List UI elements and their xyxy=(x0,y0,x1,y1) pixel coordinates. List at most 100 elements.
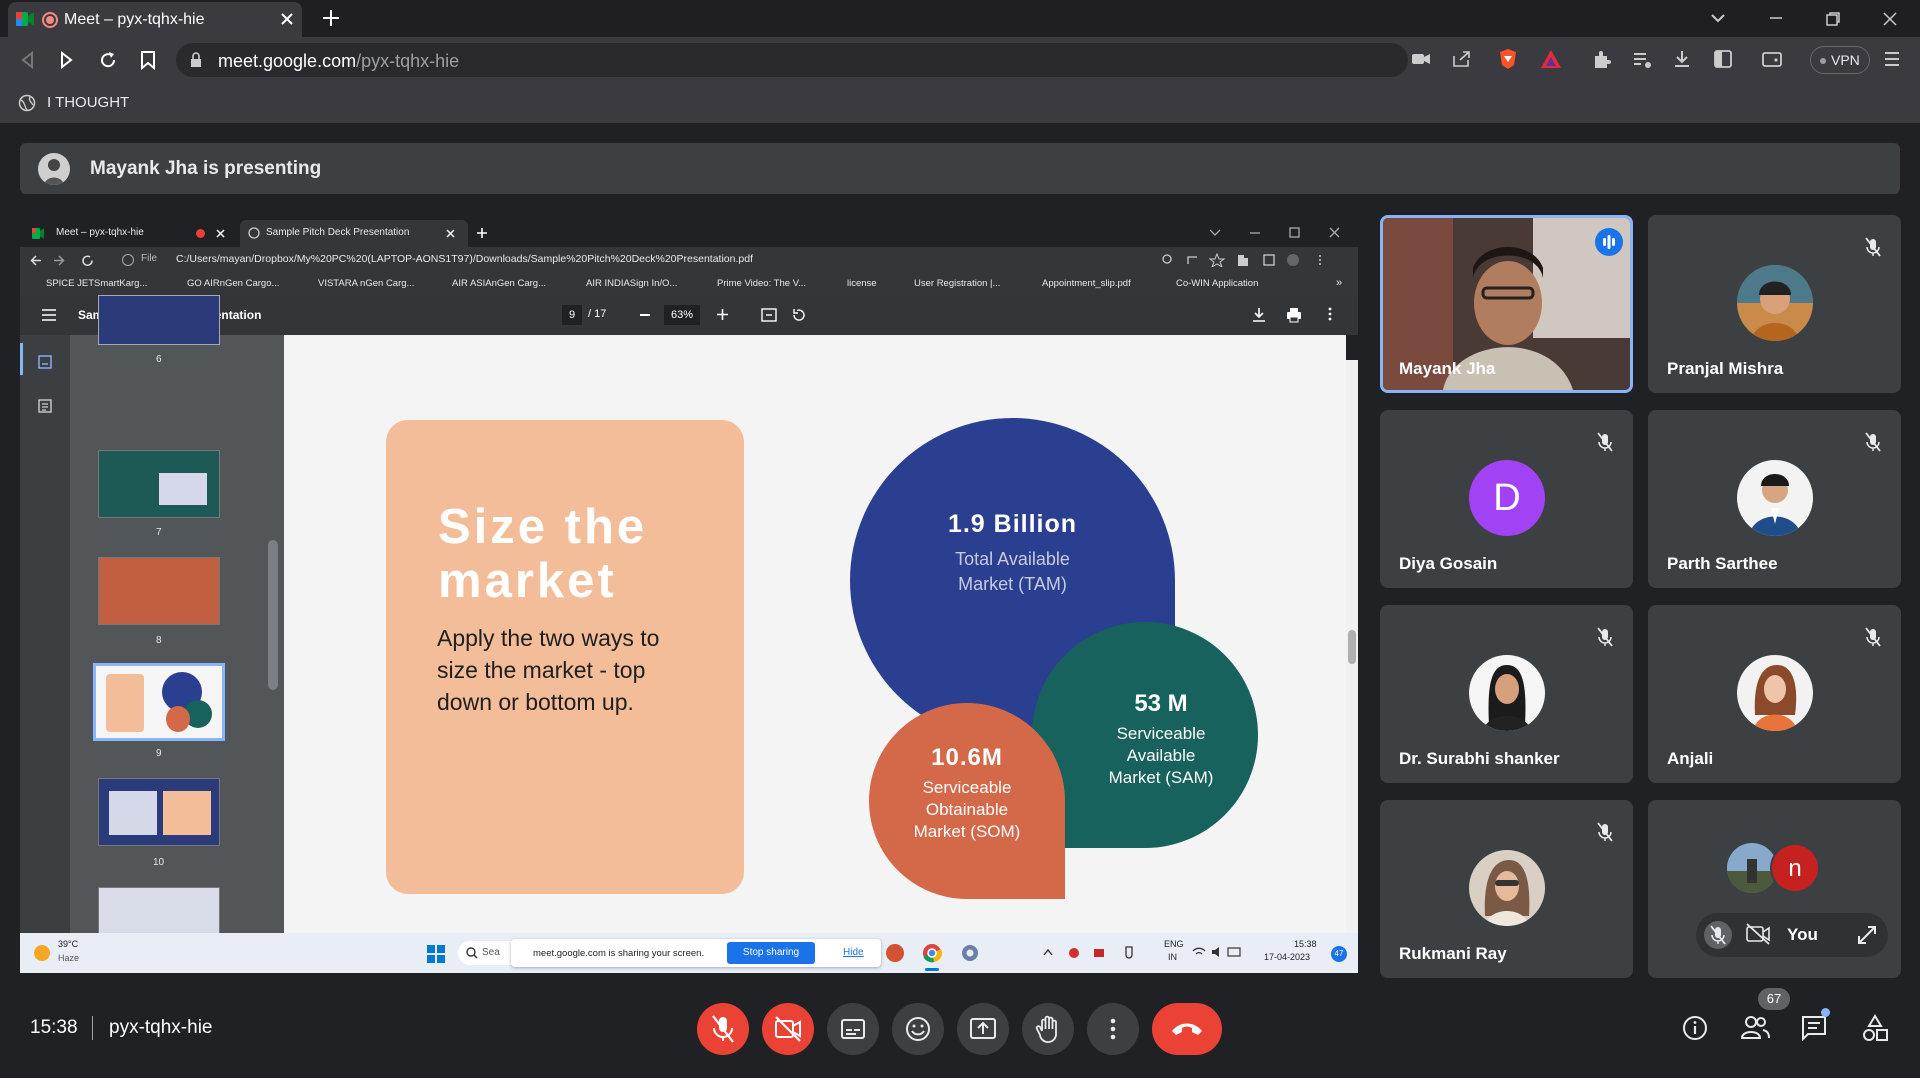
camera-toggle-button[interactable] xyxy=(762,1003,814,1055)
present-button[interactable] xyxy=(957,1003,1009,1055)
fit-page-icon[interactable] xyxy=(761,308,777,322)
captions-button[interactable] xyxy=(827,1003,879,1055)
download-icon[interactable] xyxy=(1672,49,1692,69)
close-tab-icon[interactable] xyxy=(280,12,294,26)
stop-sharing-button[interactable]: Stop sharing xyxy=(727,942,815,964)
pdf-download-icon[interactable] xyxy=(1252,307,1266,323)
participant-tile[interactable]: D Diya Gosain xyxy=(1380,410,1633,588)
thumbnail-page[interactable] xyxy=(98,295,220,345)
shared-bookmark-more[interactable]: » xyxy=(1336,277,1342,289)
pdf-menu-icon[interactable] xyxy=(42,309,56,321)
participant-tile[interactable]: Parth Sarthee xyxy=(1648,410,1901,588)
shared-bookmark[interactable]: license xyxy=(847,278,877,289)
mic-off-icon xyxy=(1859,233,1887,261)
som-desc: Obtainable xyxy=(925,800,1009,819)
raise-hand-button[interactable] xyxy=(1022,1003,1074,1055)
shared-bookmark[interactable]: User Registration |... xyxy=(914,278,1000,289)
bookmark-icon[interactable] xyxy=(140,50,156,70)
shared-bookmark[interactable]: AIR INDIASign In/O... xyxy=(586,278,677,289)
chat-icon[interactable] xyxy=(1801,1015,1827,1041)
participant-tile-active[interactable]: Mayank Jha xyxy=(1380,215,1633,393)
self-tile[interactable]: n You xyxy=(1648,800,1901,978)
leave-call-button[interactable] xyxy=(1152,1003,1222,1055)
shared-bookmark[interactable]: VISTARA nGen Carg... xyxy=(318,278,414,289)
outline-view-icon[interactable] xyxy=(38,399,52,413)
brave-shield-icon[interactable] xyxy=(1498,48,1518,70)
nav-arrows-icon[interactable] xyxy=(30,254,100,267)
participant-tile[interactable]: Anjali xyxy=(1648,605,1901,783)
rotate-icon[interactable] xyxy=(791,307,807,323)
windows-start-icon[interactable] xyxy=(427,945,445,963)
wallet-icon[interactable] xyxy=(1762,50,1782,68)
more-options-button[interactable] xyxy=(1087,1003,1139,1055)
thumbnail-scrollbar[interactable] xyxy=(268,540,278,690)
mic-toggle-button[interactable] xyxy=(697,1003,749,1055)
back-icon[interactable] xyxy=(20,51,34,69)
shared-tab-meet[interactable]: Meet – pyx-tqhx-hie xyxy=(56,227,144,238)
thumbnail-page[interactable] xyxy=(98,557,220,625)
close-tab-icon[interactable] xyxy=(216,229,225,238)
shared-bookmark[interactable]: Co-WIN Application xyxy=(1176,278,1258,289)
shared-bookmark[interactable]: GO AIRnGen Cargo... xyxy=(187,278,279,289)
camera-in-use-icon[interactable] xyxy=(1412,52,1430,66)
activities-icon[interactable] xyxy=(1862,1014,1888,1042)
close-tab-icon[interactable] xyxy=(446,229,455,238)
page-scrollbar-thumb[interactable] xyxy=(1348,630,1356,664)
thumbnail-page-number: 10 xyxy=(153,857,165,868)
address-bar[interactable]: meet.google.com/pyx-tqhx-hie xyxy=(176,43,1408,77)
participant-tile[interactable]: Pranjal Mishra xyxy=(1648,215,1901,393)
shared-bookmark[interactable]: SPICE JETSmartKarg... xyxy=(46,278,147,289)
bookmark-item[interactable]: I THOUGHT xyxy=(18,91,138,115)
notification-badge[interactable]: 47 xyxy=(1331,946,1347,962)
self-mic-off-icon[interactable] xyxy=(1704,921,1732,949)
media-icon[interactable] xyxy=(1632,50,1652,70)
new-tab-icon[interactable] xyxy=(322,9,340,27)
language-region: IN xyxy=(1168,952,1177,962)
menu-icon[interactable] xyxy=(1884,50,1900,68)
language-code[interactable]: ENG xyxy=(1164,939,1184,949)
tab-search-chevron-icon[interactable] xyxy=(1710,12,1726,24)
page-input[interactable]: 9 xyxy=(562,305,582,325)
settings-gear-icon[interactable] xyxy=(960,943,980,963)
people-icon[interactable] xyxy=(1740,1014,1770,1040)
pdf-more-icon[interactable] xyxy=(1328,307,1332,321)
zoom-out-icon[interactable] xyxy=(640,314,650,316)
participant-tile[interactable]: Dr. Surabhi shanker xyxy=(1380,605,1633,783)
thumbnail-page[interactable] xyxy=(98,778,220,846)
new-tab-icon[interactable] xyxy=(476,227,488,239)
reload-icon[interactable] xyxy=(98,50,118,70)
restore-icon[interactable] xyxy=(1825,11,1841,27)
meeting-info-icon[interactable] xyxy=(1682,1015,1708,1041)
url-path: /pyx-tqhx-hie xyxy=(356,51,460,71)
network-volume-battery-icon[interactable] xyxy=(1192,945,1244,959)
share-icon[interactable] xyxy=(1452,50,1472,68)
minimize-icon[interactable] xyxy=(1768,12,1784,24)
forward-icon[interactable] xyxy=(60,51,74,69)
vpn-button[interactable]: VPN xyxy=(1810,46,1870,74)
browser-tab-meet[interactable]: Meet – pyx-tqhx-hie xyxy=(8,2,302,37)
shared-bookmark[interactable]: AIR ASIAnGen Carg... xyxy=(452,278,546,289)
file-path[interactable]: C:/Users/mayan/Dropbox/My%20PC%20(LAPTOP… xyxy=(176,253,753,265)
zoom-in-icon[interactable] xyxy=(717,309,728,320)
print-icon[interactable] xyxy=(1286,307,1302,323)
thumbnail-page-selected[interactable] xyxy=(93,663,225,741)
expand-icon[interactable] xyxy=(1856,924,1878,946)
shared-bookmark[interactable]: Prime Video: The V... xyxy=(717,278,806,289)
extensions-icon[interactable] xyxy=(1592,50,1612,70)
shared-tab-pdf[interactable]: Sample Pitch Deck Presentation xyxy=(240,220,468,247)
close-window-icon[interactable] xyxy=(1882,11,1898,27)
reactions-button[interactable] xyxy=(892,1003,944,1055)
self-camera-off-icon[interactable] xyxy=(1745,923,1771,945)
brave-rewards-icon[interactable] xyxy=(1540,49,1562,69)
sidebar-icon[interactable] xyxy=(1714,50,1732,68)
zoom-input[interactable]: 63% xyxy=(664,305,700,325)
avatar-initial: D xyxy=(1469,460,1545,536)
hide-link[interactable]: Hide xyxy=(843,947,864,958)
participant-tile[interactable]: Rukmani Ray xyxy=(1380,800,1633,978)
shared-bookmark[interactable]: Appointment_slip.pdf xyxy=(1042,278,1131,289)
thumbnail-page[interactable] xyxy=(98,450,220,518)
thumbnail-page[interactable] xyxy=(98,887,220,935)
powerpoint-icon[interactable] xyxy=(886,944,904,962)
chrome-icon[interactable] xyxy=(922,943,942,963)
thumbnails-view-icon[interactable] xyxy=(38,355,52,369)
